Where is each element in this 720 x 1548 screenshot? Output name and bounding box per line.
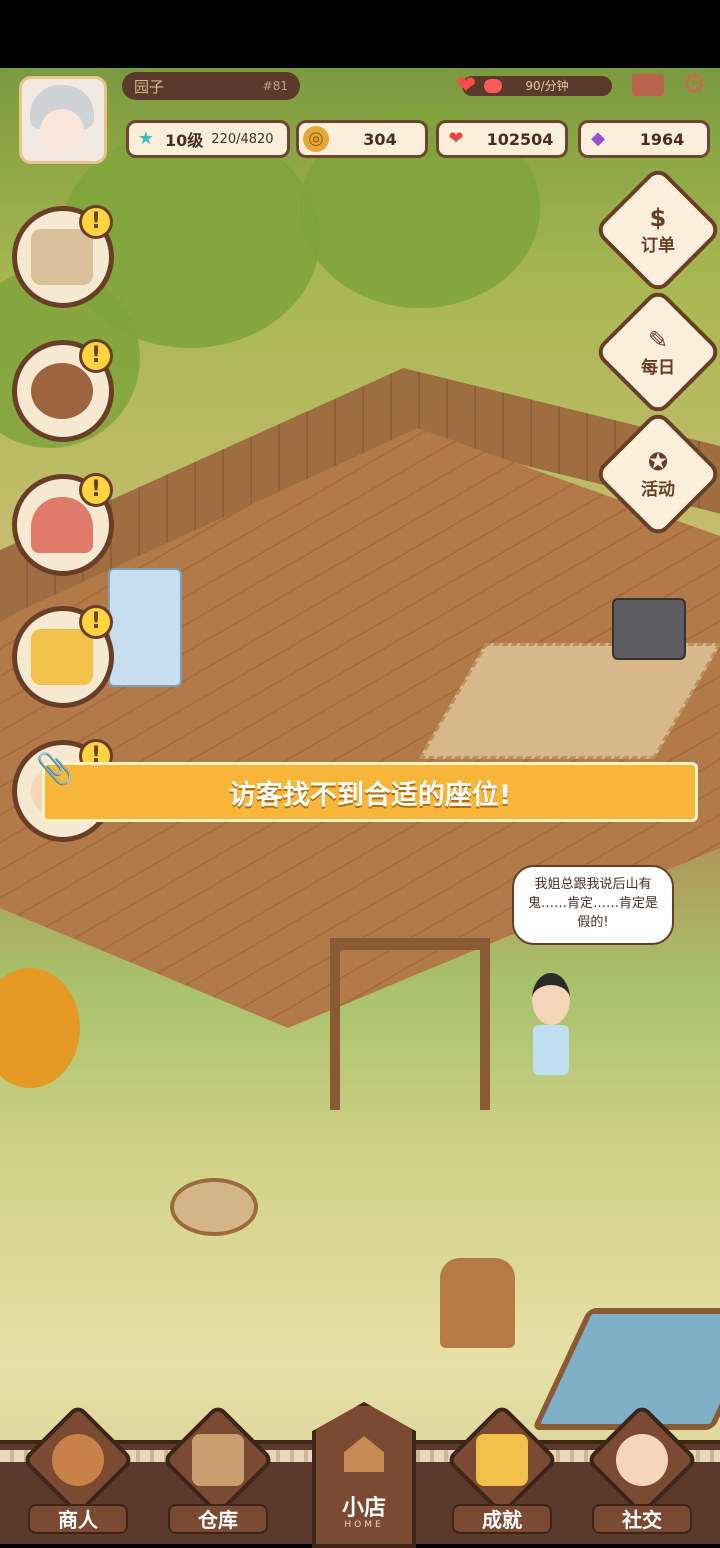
order-book-icon: $: [649, 203, 667, 232]
heart-panel[interactable]: ❤ 102504: [436, 120, 568, 158]
daily-label: 每日: [641, 357, 675, 378]
squid-icon: [31, 497, 93, 553]
nav-merchant-label: 商人: [28, 1504, 128, 1534]
paperclip-icon: 📎: [36, 752, 74, 787]
notification-message: 访客找不到合适的座位!: [228, 779, 512, 811]
squid-quest-button[interactable]: !: [12, 473, 114, 576]
star-icon: ★: [137, 128, 155, 149]
nav-home-sublabel: HOME: [344, 1520, 384, 1530]
clay-pot-icon: [31, 363, 93, 419]
nav-achievements[interactable]: 成就: [445, 1403, 559, 1540]
player-name-plate[interactable]: 园子 #81: [122, 72, 300, 100]
television[interactable]: [612, 598, 686, 660]
rattan-chair[interactable]: [440, 1258, 515, 1348]
tofu-quest-button[interactable]: !: [12, 205, 114, 308]
nav-social[interactable]: 社交: [585, 1403, 699, 1540]
player-avatar[interactable]: [19, 76, 107, 164]
warehouse-box-icon: [192, 1434, 244, 1486]
tofu-icon: [31, 229, 93, 285]
wooden-swing[interactable]: [330, 938, 490, 1110]
fridge[interactable]: [108, 568, 182, 687]
energy-bar: 90/分钟: [462, 76, 612, 96]
coin-count: 304: [363, 129, 397, 149]
nav-home[interactable]: 小店 HOME: [312, 1402, 416, 1548]
player-id: #81: [262, 79, 288, 93]
friends-icon: [616, 1434, 668, 1486]
player-name: 园子: [134, 77, 165, 96]
energy-heart-icon: ❤: [456, 71, 477, 99]
nav-achievements-label: 成就: [452, 1504, 552, 1534]
visitor-character[interactable]: [528, 973, 574, 1075]
gem-count: 1964: [639, 129, 685, 149]
level-panel[interactable]: ★ 10级 220/4820: [126, 120, 290, 158]
visitor-speech-bubble: 我姐总跟我说后山有鬼……肯定……肯定是假的!: [512, 865, 674, 945]
tv-play-icon: [31, 629, 93, 685]
pond: [531, 1308, 720, 1430]
gem-icon: ◆: [591, 128, 605, 149]
orange-tree: [0, 968, 80, 1088]
nav-warehouse-label: 仓库: [168, 1504, 268, 1534]
heart-count: 102504: [486, 129, 554, 149]
alert-icon: !: [79, 205, 113, 239]
nav-social-label: 社交: [592, 1504, 692, 1534]
alert-icon: !: [79, 605, 113, 639]
notification-banner[interactable]: 访客找不到合适的座位!: [42, 762, 698, 822]
nav-warehouse[interactable]: 仓库: [161, 1403, 275, 1540]
level-label: 10级: [165, 131, 204, 150]
orders-label: 订单: [641, 235, 675, 256]
daily-checklist-icon: ✎: [647, 325, 669, 354]
event-badge-icon: ✪: [647, 447, 669, 476]
settings-gear-icon[interactable]: ⚙: [680, 70, 708, 98]
trophy-icon: [476, 1434, 528, 1486]
heart-icon: ❤: [448, 128, 464, 149]
alert-icon: !: [79, 473, 113, 507]
events-label: 活动: [641, 479, 675, 500]
nav-home-label: 小店: [341, 1496, 386, 1521]
coin-icon: ◎: [303, 126, 329, 152]
xp-progress: 220/4820: [211, 131, 274, 147]
visitor-speech-text: 我姐总跟我说后山有鬼……肯定……肯定是假的!: [527, 877, 658, 930]
mail-icon[interactable]: [632, 74, 664, 96]
avatar-face: [40, 109, 84, 153]
nav-merchant[interactable]: 商人: [21, 1403, 135, 1540]
visitor-body: [533, 1025, 569, 1075]
alert-icon: !: [79, 339, 113, 373]
video-ad-button[interactable]: !: [12, 605, 114, 708]
coin-panel[interactable]: ◎ 304: [296, 120, 428, 158]
status-bar: [0, 0, 720, 68]
visitor-head: [532, 973, 570, 1025]
house-icon: [344, 1436, 384, 1472]
pottery-quest-button[interactable]: !: [12, 339, 114, 442]
energy-rate: 90/分钟: [525, 79, 569, 93]
tree-stump[interactable]: [170, 1178, 258, 1236]
merchant-icon: [52, 1434, 104, 1486]
gem-panel[interactable]: ◆ 1964: [578, 120, 710, 158]
